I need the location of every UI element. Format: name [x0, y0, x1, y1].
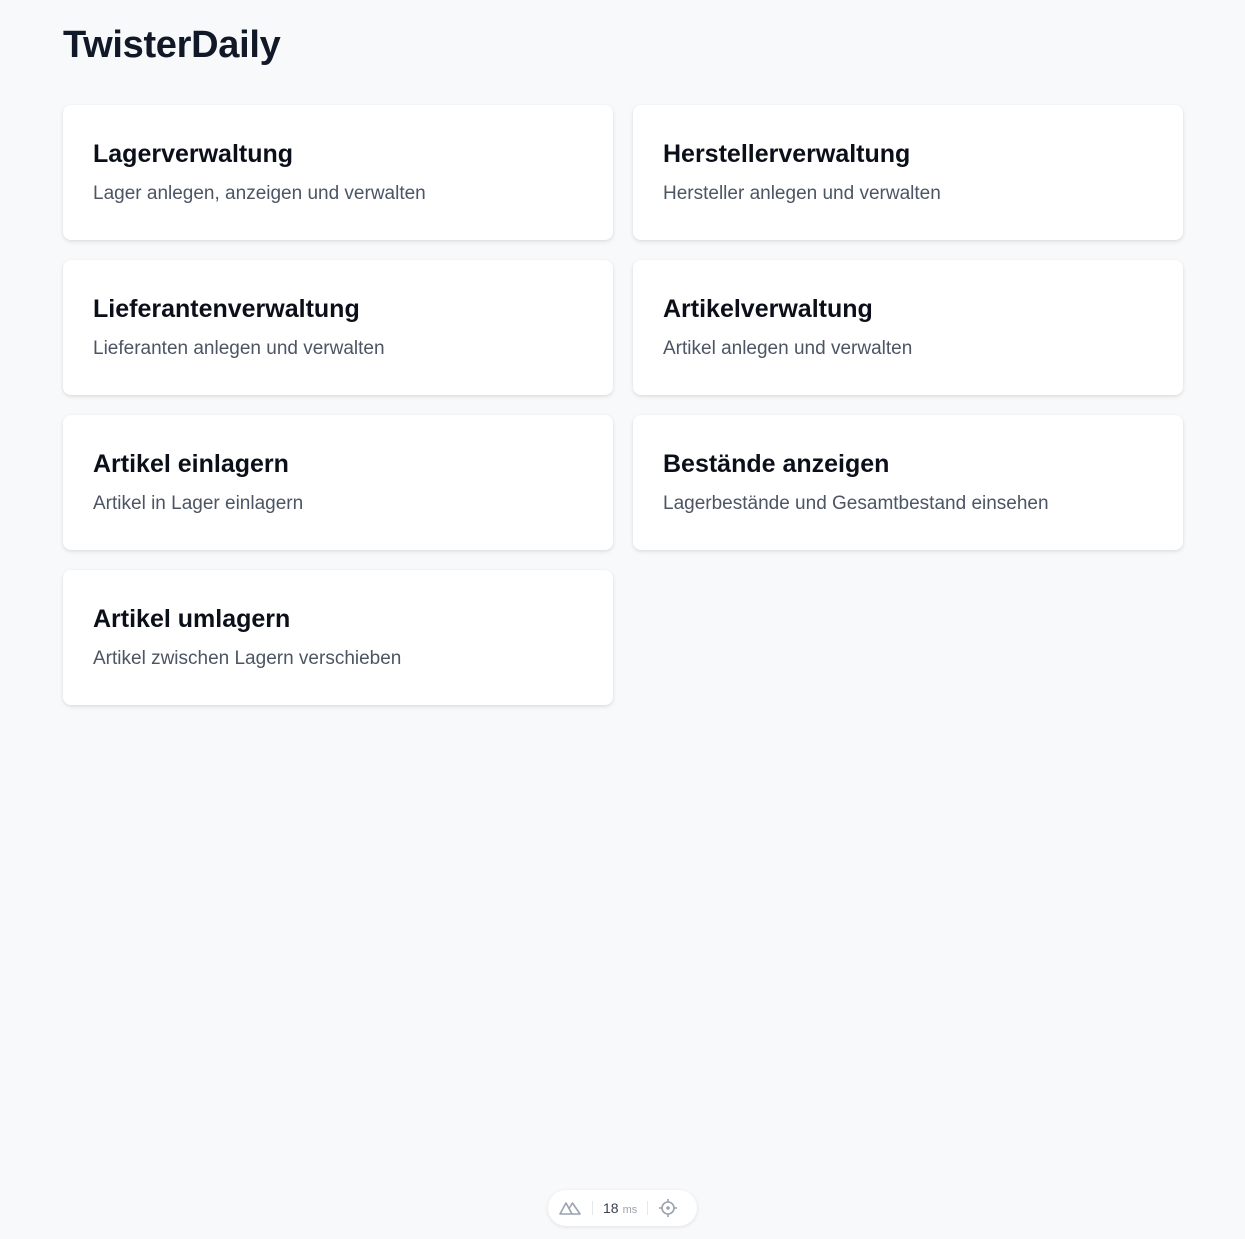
card-lagerverwaltung[interactable]: Lagerverwaltung Lager anlegen, anzeigen … [63, 105, 613, 240]
card-description: Artikel anlegen und verwalten [663, 338, 913, 359]
render-timing[interactable]: 18 ms [603, 1200, 637, 1216]
card-title: Lagerverwaltung [93, 140, 294, 168]
divider [592, 1201, 593, 1215]
card-grid: Lagerverwaltung Lager anlegen, anzeigen … [63, 105, 1183, 705]
nuxt-logo-icon[interactable] [558, 1200, 582, 1216]
card-title: Artikel einlagern [93, 450, 289, 478]
page: TwisterDaily Lagerverwaltung Lager anleg… [0, 0, 1245, 1239]
card-title: Artikel umlagern [93, 605, 291, 633]
divider [647, 1201, 649, 1215]
card-bestaende-anzeigen[interactable]: Bestände anzeigen Lagerbestände und Gesa… [633, 415, 1183, 550]
card-description: Lieferanten anlegen und verwalten [93, 338, 385, 359]
crosshair-icon[interactable] [658, 1198, 678, 1218]
card-title: Artikelverwaltung [663, 295, 873, 323]
card-artikel-umlagern[interactable]: Artikel umlagern Artikel zwischen Lagern… [63, 570, 613, 705]
card-herstellerverwaltung[interactable]: Herstellerverwaltung Hersteller anlegen … [633, 105, 1183, 240]
card-description: Lagerbestände und Gesamtbestand einsehen [663, 493, 1049, 514]
card-title: Lieferantenverwaltung [93, 295, 360, 323]
timing-unit: ms [622, 1204, 638, 1216]
devtools-bar: 18 ms [548, 1190, 697, 1226]
app-title: TwisterDaily [63, 24, 281, 66]
timing-value: 18 [603, 1200, 619, 1216]
card-description: Artikel zwischen Lagern verschieben [93, 648, 402, 669]
card-artikelverwaltung[interactable]: Artikelverwaltung Artikel anlegen und ve… [633, 260, 1183, 395]
card-lieferantenverwaltung[interactable]: Lieferantenverwaltung Lieferanten anlege… [63, 260, 613, 395]
card-title: Herstellerverwaltung [663, 140, 911, 168]
card-description: Artikel in Lager einlagern [93, 493, 304, 514]
card-description: Hersteller anlegen und verwalten [663, 183, 941, 204]
card-title: Bestände anzeigen [663, 450, 890, 478]
card-description: Lager anlegen, anzeigen und verwalten [93, 183, 426, 204]
card-artikel-einlagern[interactable]: Artikel einlagern Artikel in Lager einla… [63, 415, 613, 550]
